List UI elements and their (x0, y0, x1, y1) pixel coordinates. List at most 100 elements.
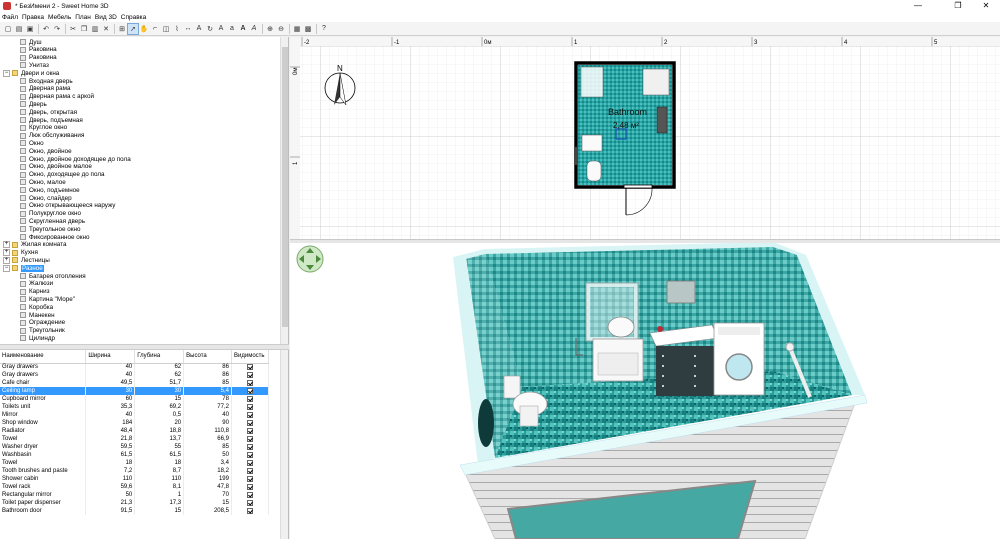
column-header-depth[interactable]: Глубина (134, 350, 185, 364)
visibility-checkbox[interactable] (246, 395, 253, 402)
navigation-arrows-icon[interactable] (296, 245, 324, 273)
table-row[interactable]: Shop window 184 20 90 (0, 419, 270, 427)
table-row[interactable]: Toilet paper dispenser 21,3 17,3 15 (0, 499, 270, 507)
create-rooms-icon[interactable]: ◫ (161, 24, 171, 34)
create-walls-icon[interactable]: ⌐ (150, 24, 160, 34)
visibility-checkbox[interactable] (246, 379, 253, 386)
menu-help[interactable]: Справка (121, 14, 147, 21)
table-row[interactable]: Towel 18 18 3,4 (0, 459, 270, 467)
undo-icon[interactable]: ↶ (41, 24, 51, 34)
catalog-item[interactable]: Окно, двойное малое (20, 163, 92, 171)
close-button[interactable]: ✕ (972, 0, 1000, 12)
washer-dryer-icon[interactable] (713, 322, 765, 396)
furniture-scrollbar[interactable] (280, 350, 288, 539)
delete-icon[interactable]: ✕ (101, 24, 111, 34)
catalog-item[interactable]: Манекен (20, 311, 55, 319)
table-row[interactable]: Towel 21,8 13,7 66,9 (0, 435, 270, 443)
washer-dryer-icon[interactable] (642, 68, 670, 96)
add-furniture-icon[interactable]: ⊞ (117, 24, 127, 34)
create-dimensions-icon[interactable]: ↔ (183, 24, 193, 34)
menu-3d-view[interactable]: Вид 3D (95, 14, 117, 21)
visibility-checkbox[interactable] (246, 507, 253, 514)
catalog-item[interactable]: Полукруглое окно (20, 210, 81, 218)
visibility-checkbox[interactable] (246, 419, 253, 426)
minimize-button[interactable]: — (904, 0, 932, 12)
drawers-icon[interactable] (656, 106, 668, 134)
catalog-item[interactable]: − Двери и окна (3, 69, 59, 77)
catalog-item[interactable]: Картина "Море" (20, 295, 75, 303)
visibility-checkbox[interactable] (246, 403, 253, 410)
table-row[interactable]: Towel rack 59,6 8,1 47,8 (0, 483, 270, 491)
save-icon[interactable]: ▣ (25, 24, 35, 34)
catalog-item[interactable]: Цилиндр (20, 334, 55, 342)
table-row[interactable]: Gray drawers 40 62 86 (0, 371, 270, 379)
visibility-checkbox[interactable] (246, 435, 253, 442)
create-photo-icon[interactable]: ▦ (292, 24, 302, 34)
expand-toggle-icon[interactable]: + (3, 256, 10, 264)
column-header-visibility[interactable]: Видимость (231, 350, 270, 364)
column-header-width[interactable]: Ширина (85, 350, 136, 364)
menu-plan[interactable]: План (75, 14, 91, 21)
decrease-text-icon[interactable]: a (227, 24, 237, 34)
visibility-checkbox[interactable] (246, 363, 253, 370)
catalog-item[interactable]: Дверь, подъемная (20, 116, 83, 124)
catalog-item[interactable]: Люк обслуживания (20, 132, 84, 140)
table-row[interactable]: Tooth brushes and paste 7,2 8,7 18,2 (0, 467, 270, 475)
table-row[interactable]: Washbasin 61,5 61,5 50 (0, 451, 270, 459)
new-icon[interactable]: ▢ (3, 24, 13, 34)
expand-toggle-icon[interactable]: + (3, 249, 10, 257)
table-row[interactable]: Gray drawers 40 62 86 (0, 363, 270, 371)
table-row[interactable]: Shower cabin 110 110 199 (0, 475, 270, 483)
catalog-item[interactable]: Карниз (20, 288, 50, 296)
gray-drawers-icon[interactable] (649, 324, 719, 396)
3d-view[interactable] (290, 243, 1000, 539)
paste-icon[interactable]: ▥ (90, 24, 100, 34)
catalog-item[interactable]: Треугольное окно (20, 225, 81, 233)
expand-toggle-icon[interactable]: + (3, 241, 10, 249)
catalog-item[interactable]: Раковина (20, 54, 57, 62)
catalog-item[interactable]: Круглое окно (20, 124, 67, 132)
visibility-checkbox[interactable] (246, 467, 253, 474)
mirror-icon[interactable] (666, 280, 696, 304)
visibility-checkbox[interactable] (246, 451, 253, 458)
table-row[interactable]: Toilets unit 35,3 69,2 77,2 (0, 403, 270, 411)
select-icon[interactable]: ➚ (127, 22, 139, 35)
catalog-item[interactable]: Скругленная дверь (20, 217, 85, 225)
catalog-item[interactable]: Дверь (20, 100, 47, 108)
expand-toggle-icon[interactable]: − (3, 264, 10, 272)
plan-view[interactable]: -2-10м123456789 0м12 N (290, 37, 1000, 239)
table-row[interactable]: Bathroom door 91,5 15 208,5 (0, 507, 270, 515)
catalog-item[interactable]: Жалюзи (20, 280, 53, 288)
column-header-name[interactable]: Наименование (0, 350, 87, 364)
catalog-item[interactable]: Ограждение (20, 319, 65, 327)
catalog-item[interactable]: Входная дверь (20, 77, 73, 85)
catalog-scrollbar[interactable] (280, 37, 288, 344)
catalog-item[interactable]: Треугольник (20, 327, 65, 335)
zoom-out-icon[interactable]: ⊖ (276, 24, 286, 34)
menu-edit[interactable]: Правка (22, 14, 44, 21)
catalog-item[interactable]: Унитаз (20, 61, 49, 69)
catalog-item[interactable]: Окно, доходящее до пола (20, 171, 105, 179)
column-header-height[interactable]: Высота (183, 350, 232, 364)
open-icon[interactable]: ▤ (14, 24, 24, 34)
table-row[interactable]: Mirror 40 0,5 40 (0, 411, 270, 419)
bathroom-door-icon[interactable] (478, 399, 494, 447)
table-row[interactable]: Cafe chair 49,5 51,7 85 (0, 379, 270, 387)
tooth-brush-icon[interactable] (657, 326, 663, 332)
menu-furniture[interactable]: Мебель (48, 14, 71, 21)
catalog-item[interactable]: Батарея отопления (20, 272, 86, 280)
catalog-item[interactable]: + Лестницы (3, 256, 50, 264)
visibility-checkbox[interactable] (246, 443, 253, 450)
visibility-checkbox[interactable] (246, 459, 253, 466)
maximize-button[interactable]: ❐ (944, 0, 972, 12)
shower-cabin-icon[interactable] (580, 66, 604, 98)
washbasin-icon[interactable] (581, 134, 603, 152)
visibility-checkbox[interactable] (246, 387, 253, 394)
visibility-checkbox[interactable] (246, 491, 253, 498)
bold-icon[interactable]: A (238, 24, 248, 34)
redo-icon[interactable]: ↷ (52, 24, 62, 34)
visibility-checkbox[interactable] (246, 475, 253, 482)
3d-canvas[interactable] (290, 243, 1000, 539)
catalog-item[interactable]: Дверная рама с аркой (20, 93, 94, 101)
visibility-checkbox[interactable] (246, 371, 253, 378)
